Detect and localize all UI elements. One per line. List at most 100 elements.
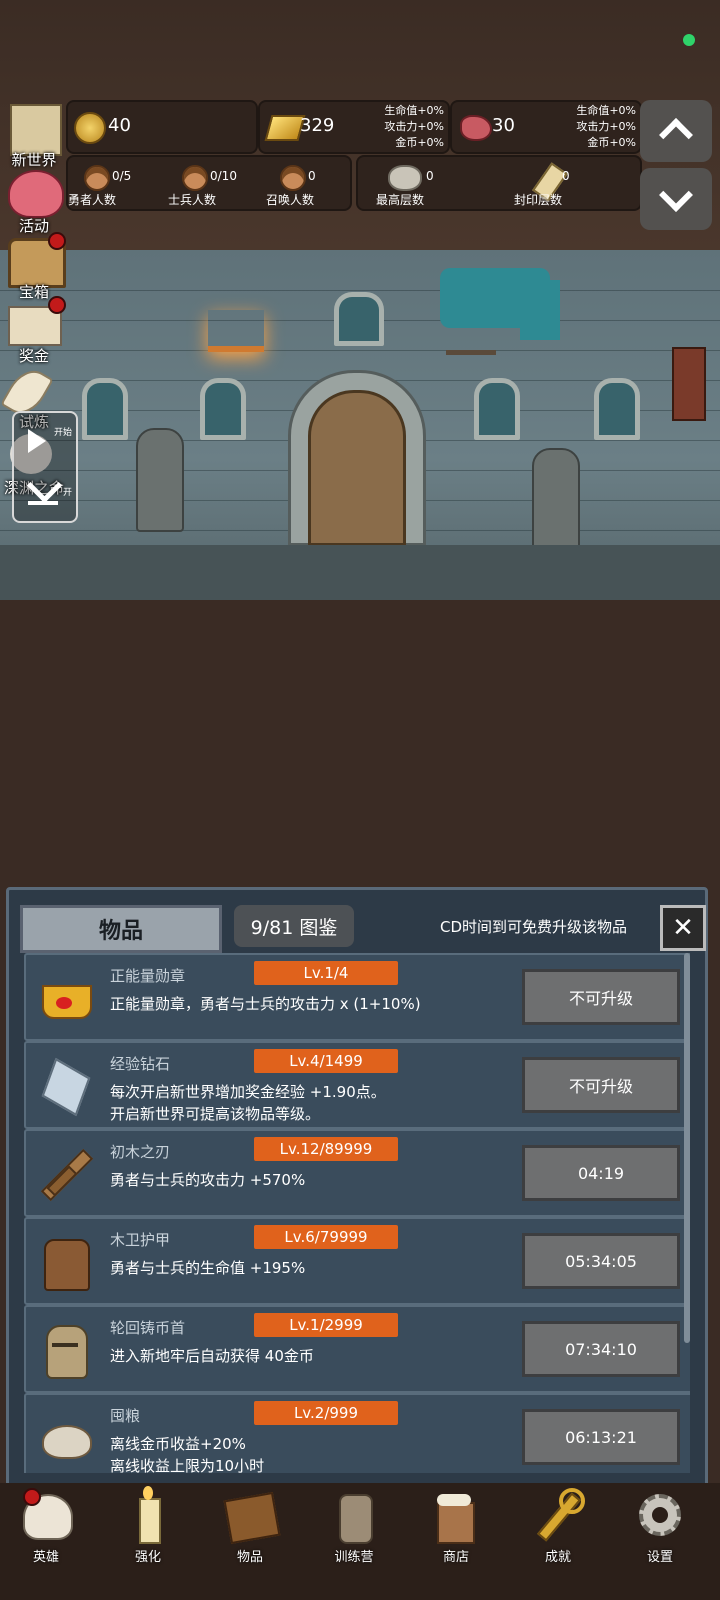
nav-items[interactable]: 物品 [210,1488,290,1588]
side-chest-button[interactable]: 宝箱 [2,232,66,301]
hero-head-icon [84,165,110,191]
summon-head-icon [280,165,306,191]
castle-scene [0,250,720,600]
upgrade-timer-button[interactable]: 07:34:10 [522,1321,680,1377]
hero-count: 0/5 [112,169,132,183]
play-icon[interactable] [28,429,46,453]
wall-banner [672,347,706,421]
upgrade-button[interactable]: 不可升级 [522,969,680,1025]
soldier-head-icon [182,165,208,191]
skull-icon [19,1488,73,1542]
nav-settings[interactable]: 设置 [620,1488,700,1588]
item-row: 囤粮 Lv.2/999 离线金币收益+20% 离线收益上限为10小时 06:13… [24,1393,690,1473]
floor-counts-panel: 0 最高层数 0 封印层数 [356,155,642,211]
bonus-gold: 金币+0% [395,136,444,149]
chevron-up-icon [659,118,693,152]
highest-floor-value: 0 [426,169,434,183]
item-description: 勇者与士兵的攻击力 +570% [110,1171,306,1189]
key-icon [531,1488,585,1542]
gem-value: 30 [492,115,515,136]
item-row: 轮回铸币首 Lv.1/2999 进入新地牢后自动获得 40金币 07:34:10 [24,1305,690,1393]
side-bonus-button[interactable]: 奖金 [2,296,66,365]
item-name: 初木之刃 [110,1143,171,1161]
helmet-icon [38,1323,92,1379]
side-event-button[interactable]: 活动 [2,166,66,235]
nav-shop-label: 商店 [442,1550,469,1565]
item-description: 离线金币收益+20% 离线收益上限为10小时 [110,1435,265,1473]
upgrade-timer-button[interactable]: 05:34:05 [522,1233,680,1289]
bonus-hp: 生命值+0% [384,104,444,117]
summon-count: 0 [308,169,316,183]
item-description: 正能量勋章，勇者与士兵的攻击力 x (1+10%) [110,995,421,1013]
item-description: 进入新地牢后自动获得 40金币 [110,1347,314,1365]
bonus-attack: 攻击力+0% [384,120,444,133]
notification-dot [23,1488,41,1506]
knight-statue-left [136,428,184,532]
nav-training[interactable]: 训练营 [314,1488,394,1588]
summon-count-label: 召唤人数 [266,193,315,207]
notification-dot [48,232,66,250]
castle-window [334,292,384,346]
upgrade-timer-button[interactable]: 04:19 [522,1145,680,1201]
nav-hero-label: 英雄 [32,1550,59,1565]
item-row: 正能量勋章 Lv.1/4 正能量勋章，勇者与士兵的攻击力 x (1+10%) 不… [24,953,690,1041]
auto-play-box[interactable]: 开始 开 [12,411,78,523]
item-level-badge: Lv.2/999 [254,1401,398,1425]
collection-count-button[interactable]: 9/81 图鉴 [234,905,354,947]
nav-items-label: 物品 [236,1550,263,1565]
item-description: 勇者与士兵的生命值 +195% [110,1259,306,1277]
highest-floor-label: 最高层数 [376,193,425,207]
upgrade-button[interactable]: 不可升级 [522,1057,680,1113]
castle-window [82,378,128,440]
nav-shop[interactable]: 商店 [416,1488,496,1588]
scroll-down-button[interactable] [640,168,712,230]
items-tab-title[interactable]: 物品 [20,905,222,953]
nav-enhance[interactable]: 强化 [108,1486,188,1588]
item-name: 轮回铸币首 [110,1319,186,1337]
castle-floor [0,545,720,600]
gem-bonus: 生命值+0% 攻击力+0% 金币+0% [576,103,636,151]
upgrade-timer-button[interactable]: 06:13:21 [522,1409,680,1465]
gold-bar-value: 329 [300,115,335,136]
lantern-icon [327,1488,381,1544]
close-icon: ✕ [672,913,694,943]
side-new-world-button[interactable]: 新世界 [2,100,66,169]
nav-achievement-label: 成就 [544,1550,571,1565]
gem-panel: 30 生命值+0% 攻击力+0% 金币+0% [450,100,642,154]
items-list[interactable]: 正能量勋章 Lv.1/4 正能量勋章，勇者与士兵的攻击力 x (1+10%) 不… [20,953,690,1473]
item-level-badge: Lv.6/79999 [254,1225,398,1249]
ruby-gem-icon [460,115,492,141]
item-row: 初木之刃 Lv.12/89999 勇者与士兵的攻击力 +570% 04:19 [24,1129,690,1217]
castle-window [474,378,520,440]
gold-bar-panel: 329 生命值+0% 攻击力+0% 金币+0% [258,100,450,154]
bonus-gold: 金币+0% [587,136,636,149]
item-name: 正能量勋章 [110,967,186,985]
stone-icon [388,165,422,191]
item-name: 木卫护甲 [110,1231,171,1249]
chandelier-lit [208,310,264,352]
wooden-sword-icon [38,1147,94,1202]
diamond-icon [38,1057,92,1117]
items-scrollbar[interactable] [684,953,690,1343]
nav-hero[interactable]: 英雄 [6,1488,86,1588]
scroll-up-button[interactable] [640,100,712,162]
rice-bowl-icon [38,1411,92,1465]
item-level-badge: Lv.4/1499 [254,1049,398,1073]
download-icon[interactable] [26,467,63,504]
item-row: 木卫护甲 Lv.6/79999 勇者与士兵的生命值 +195% 05:34:05 [24,1217,690,1305]
castle-window [200,378,246,440]
dungeon-door[interactable] [308,390,406,546]
soldier-count: 0/10 [210,169,237,183]
notification-dot [48,296,66,314]
download-bar [28,501,58,505]
nav-achievement[interactable]: 成就 [518,1488,598,1588]
sealed-floor-label: 封印层数 [514,193,563,207]
gold-bar-bonus: 生命值+0% 攻击力+0% 金币+0% [384,103,444,151]
auto-play-label-2: 开 [62,488,72,498]
armor-icon [38,1235,92,1291]
book-icon [223,1488,281,1545]
gear-icon [633,1488,687,1542]
nav-settings-label: 设置 [646,1550,673,1565]
close-panel-button[interactable]: ✕ [660,905,706,951]
bonus-hp: 生命值+0% [576,104,636,117]
